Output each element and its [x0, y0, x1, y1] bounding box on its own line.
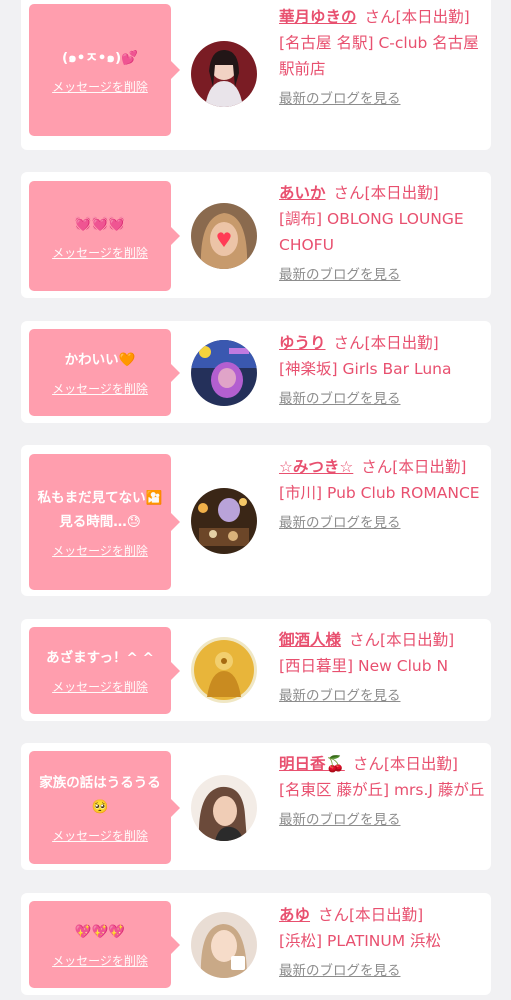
message-card: (๑•ㅈ•๑)💕 メッセージを削除 華月ゆきの さん[本日出勤] [名古屋 名駅]… [21, 0, 491, 150]
latest-blog-link[interactable]: 最新のブログを見る [279, 807, 485, 833]
delete-message-link[interactable]: メッセージを削除 [52, 244, 148, 261]
member-name-link[interactable]: あゆ [279, 906, 310, 924]
message-text: あざますっ！^ ^ [46, 650, 154, 666]
member-name-link[interactable]: あいか [279, 184, 326, 202]
status-text: さん[本日出勤] [333, 184, 439, 202]
status-text: さん[本日出勤] [333, 334, 439, 352]
avatar[interactable] [191, 41, 257, 107]
shop-text: [浜松] PLATINUM 浜松 [279, 932, 442, 950]
member-name-link[interactable]: 御酒人様 [279, 631, 341, 649]
avatar[interactable] [191, 912, 257, 978]
member-info: ☆みつき☆ さん[本日出勤] [市川] Pub Club ROMANCE 最新のブ… [279, 454, 485, 536]
message-text: 私もまだ見てない🎦見る時間…😓 [37, 489, 163, 530]
message-text: 💓💓💓 [74, 215, 126, 232]
member-info: 明日香🍒 さん[本日出勤] [名東区 藤が丘] mrs.J 藤が丘 最新のブログを… [279, 751, 485, 833]
latest-blog-link[interactable]: 最新のブログを見る [279, 510, 485, 536]
member-info: ゆうり さん[本日出勤] [神楽坂] Girls Bar Luna 最新のブログを… [279, 330, 485, 412]
message-bubble: 💓💓💓 メッセージを削除 [29, 181, 180, 291]
message-bubble: 💖💖💖 メッセージを削除 [29, 901, 180, 988]
status-text: さん[本日出勤] [364, 8, 470, 26]
message-bubble: あざますっ！^ ^ メッセージを削除 [29, 627, 180, 714]
message-card: あざますっ！^ ^ メッセージを削除 御酒人様 さん[本日出勤] [西日暮里] N… [21, 619, 491, 721]
shop-text: [西日暮里] New Club N [279, 657, 449, 675]
latest-blog-link[interactable]: 最新のブログを見る [279, 86, 485, 112]
message-bubble: かわいい🧡 メッセージを削除 [29, 329, 180, 416]
message-text: 家族の話はうるうる🥺 [39, 775, 161, 815]
member-info: あゆ さん[本日出勤] [浜松] PLATINUM 浜松 最新のブログを見る [279, 902, 485, 984]
avatar[interactable] [191, 637, 257, 703]
avatar[interactable] [191, 775, 257, 841]
member-name-link[interactable]: ☆みつき☆ [279, 458, 353, 476]
member-name-link[interactable]: ゆうり [279, 334, 326, 352]
shop-text: [調布] OBLONG LOUNGE CHOFU [279, 210, 464, 254]
member-name-link[interactable]: 明日香🍒 [279, 755, 345, 773]
latest-blog-link[interactable]: 最新のブログを見る [279, 958, 485, 984]
message-card: 私もまだ見てない🎦見る時間…😓 メッセージを削除 ☆みつき☆ さん[本日出勤] [… [21, 445, 491, 596]
shop-text: [神楽坂] Girls Bar Luna [279, 360, 452, 378]
delete-message-link[interactable]: メッセージを削除 [52, 380, 148, 397]
status-text: さん[本日出勤] [352, 755, 458, 773]
latest-blog-link[interactable]: 最新のブログを見る [279, 262, 485, 288]
avatar[interactable] [191, 488, 257, 554]
message-text: (๑•ㅈ•๑)💕 [62, 49, 138, 66]
delete-message-link[interactable]: メッセージを削除 [52, 678, 148, 695]
delete-message-link[interactable]: メッセージを削除 [52, 827, 148, 844]
status-text: さん[本日出勤] [318, 906, 424, 924]
delete-message-link[interactable]: メッセージを削除 [52, 542, 148, 559]
delete-message-link[interactable]: メッセージを削除 [52, 78, 148, 95]
message-card: 💓💓💓 メッセージを削除 あいか さん[本日出勤] [調布] OBLONG LOU… [21, 172, 491, 298]
message-card: かわいい🧡 メッセージを削除 ゆうり さん[本日出勤] [神楽坂] Girls B… [21, 321, 491, 423]
message-bubble: 家族の話はうるうる🥺 メッセージを削除 [29, 751, 180, 864]
message-bubble: 私もまだ見てない🎦見る時間…😓 メッセージを削除 [29, 454, 180, 590]
avatar[interactable] [191, 203, 257, 269]
shop-text: [市川] Pub Club ROMANCE [279, 484, 480, 502]
message-bubble: (๑•ㅈ•๑)💕 メッセージを削除 [29, 4, 180, 136]
shop-text: [名東区 藤が丘] mrs.J 藤が丘 [279, 781, 485, 799]
latest-blog-link[interactable]: 最新のブログを見る [279, 683, 485, 709]
message-card: 家族の話はうるうる🥺 メッセージを削除 明日香🍒 さん[本日出勤] [名東区 藤が… [21, 743, 491, 870]
member-name-link[interactable]: 華月ゆきの [279, 8, 357, 26]
member-info: 華月ゆきの さん[本日出勤] [名古屋 名駅] C-club 名古屋駅前店 最新の… [279, 4, 485, 112]
message-text: かわいい🧡 [64, 352, 136, 368]
shop-text: [名古屋 名駅] C-club 名古屋駅前店 [279, 34, 479, 78]
member-info: あいか さん[本日出勤] [調布] OBLONG LOUNGE CHOFU 最新の… [279, 180, 485, 288]
status-text: さん[本日出勤] [361, 458, 467, 476]
delete-message-link[interactable]: メッセージを削除 [52, 952, 148, 969]
message-list: (๑•ㅈ•๑)💕 メッセージを削除 華月ゆきの さん[本日出勤] [名古屋 名駅]… [0, 0, 511, 1000]
status-text: さん[本日出勤] [349, 631, 455, 649]
message-card: 💖💖💖 メッセージを削除 あゆ さん[本日出勤] [浜松] PLATINUM 浜松… [21, 893, 491, 995]
message-text: 💖💖💖 [74, 924, 126, 940]
avatar[interactable] [191, 340, 257, 406]
member-info: 御酒人様 さん[本日出勤] [西日暮里] New Club N 最新のブログを見る [279, 627, 485, 709]
latest-blog-link[interactable]: 最新のブログを見る [279, 386, 485, 412]
